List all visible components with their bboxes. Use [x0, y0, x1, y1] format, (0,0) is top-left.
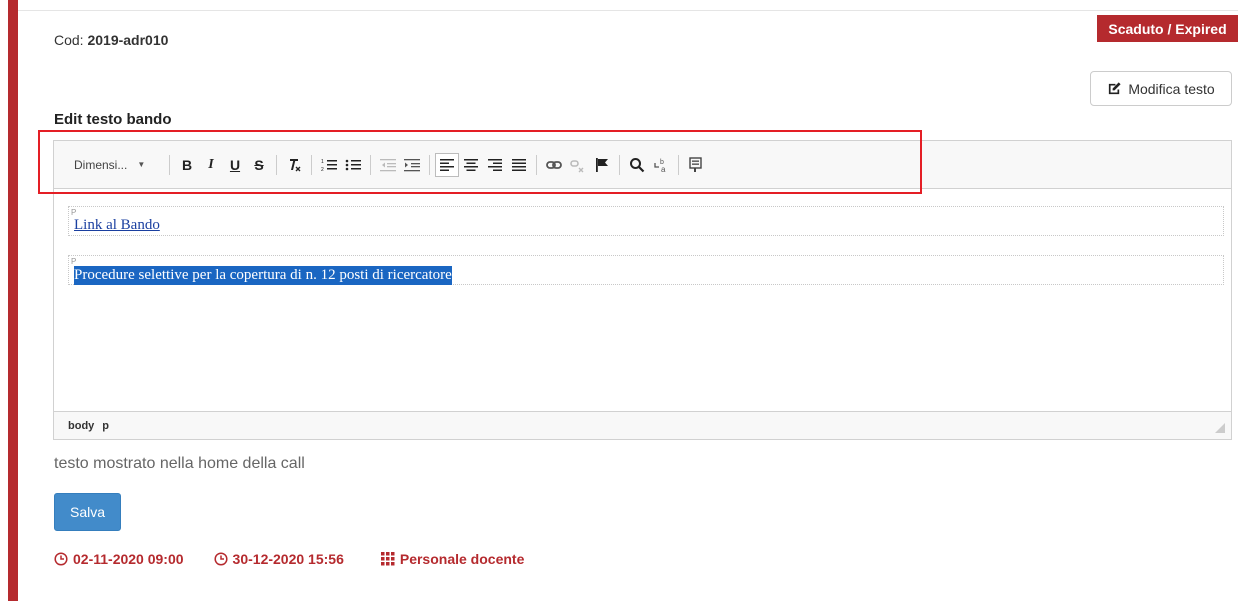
start-date-value: 02-11-2020 09:00: [73, 551, 184, 567]
editor-content[interactable]: P Link al Bando P Procedure selettive pe…: [54, 189, 1231, 412]
modify-text-label: Modifica testo: [1128, 80, 1215, 97]
paragraph-block[interactable]: P Procedure selettive per la copertura d…: [68, 255, 1224, 285]
clock-icon: [213, 552, 228, 566]
modify-text-button[interactable]: Modifica testo: [1090, 71, 1232, 106]
resize-handle-icon[interactable]: [1215, 423, 1225, 433]
edit-icon: [1109, 82, 1121, 95]
code-value: 2019-adr010: [87, 32, 169, 48]
call-category: Personale docente: [380, 551, 525, 567]
selected-text[interactable]: Procedure selettive per la copertura di …: [74, 266, 452, 285]
save-button[interactable]: Salva: [54, 493, 121, 531]
end-date-value: 30-12-2020 15:56: [232, 551, 344, 567]
toolbar-highlight-box: [38, 130, 922, 194]
section-title: Edit testo bando: [54, 111, 172, 128]
editor-hint: testo mostrato nella home della call: [54, 455, 305, 472]
clock-icon: [54, 552, 68, 566]
top-divider: [18, 10, 1238, 11]
paragraph-block[interactable]: P Link al Bando: [68, 206, 1224, 236]
path-p[interactable]: p: [102, 420, 109, 432]
call-code: Cod: 2019-adr010: [54, 32, 168, 48]
element-path-bar: body p: [54, 411, 1231, 439]
end-date: 30-12-2020 15:56: [213, 551, 344, 567]
path-body[interactable]: body: [68, 420, 94, 432]
call-meta: 02-11-2020 09:00 30-12-2020 15:56 Person…: [54, 551, 524, 567]
status-badge: Scaduto / Expired: [1097, 15, 1238, 42]
start-date: 02-11-2020 09:00: [54, 551, 184, 567]
category-value: Personale docente: [399, 551, 525, 567]
paragraph-tag: P: [71, 257, 77, 266]
code-label: Cod:: [54, 32, 84, 48]
left-accent-bar: [8, 0, 18, 601]
bando-link[interactable]: Link al Bando: [74, 217, 160, 234]
paragraph-tag: P: [71, 208, 77, 217]
grid-icon: [380, 552, 395, 566]
